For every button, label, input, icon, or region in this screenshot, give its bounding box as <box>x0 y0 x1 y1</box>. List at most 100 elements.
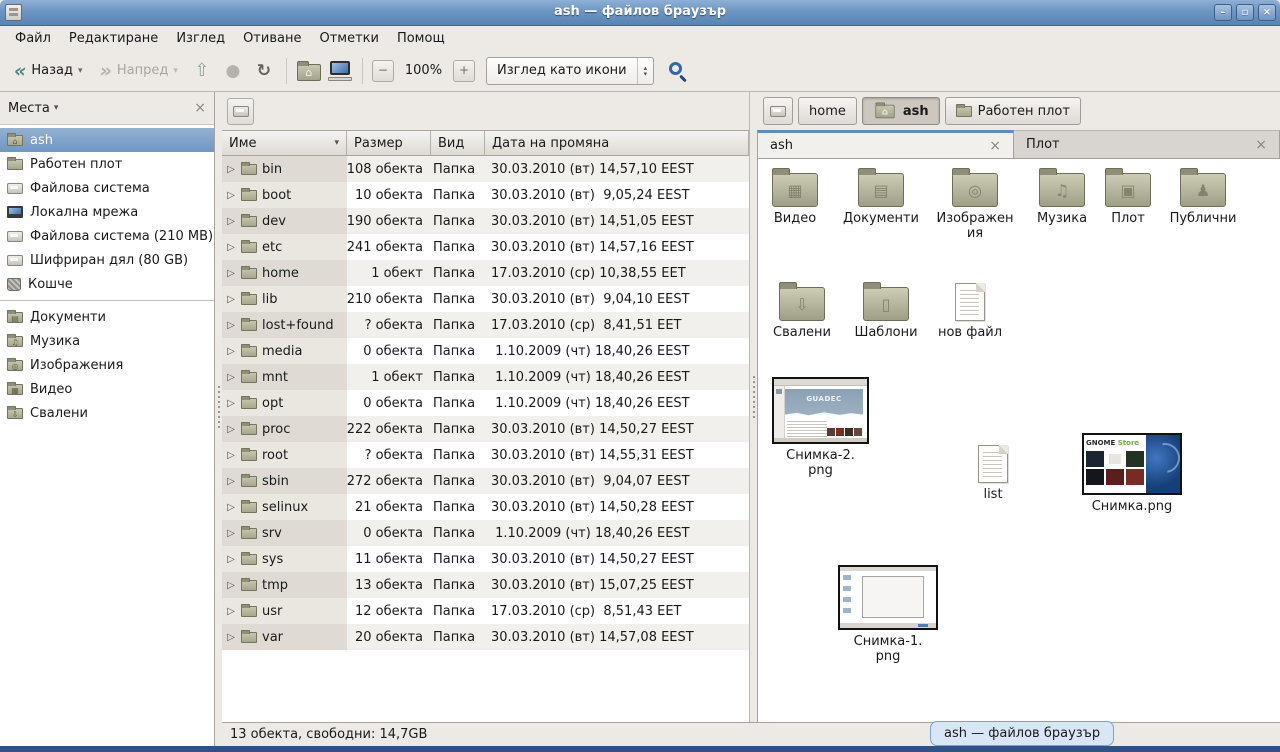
sidebar-item-network[interactable]: Локална мрежа <box>0 200 214 224</box>
file-item-list[interactable]: list <box>961 445 1025 502</box>
titlebar[interactable]: ash — файлов браузър – ▫ × <box>0 0 1280 26</box>
table-row-boot[interactable]: ▷boot 10 обекта Папка 30.03.2010 (вт) 9,… <box>222 182 749 208</box>
file-item-shot2[interactable]: GUADEC Снимка-2.png <box>772 377 869 478</box>
file-item-new-file[interactable]: нов файл <box>930 283 1010 340</box>
spinner-icon[interactable]: ▴▾ <box>637 58 654 84</box>
expander-icon[interactable]: ▷ <box>226 320 236 331</box>
home-button[interactable]: ⌂ <box>296 58 322 84</box>
table-row-proc[interactable]: ▷proc 222 обекта Папка 30.03.2010 (вт) 1… <box>222 416 749 442</box>
expander-icon[interactable]: ▷ <box>226 554 236 565</box>
taskbar-window-button[interactable]: ash — файлов браузър <box>930 721 1114 746</box>
table-row-tmp[interactable]: ▷tmp 13 обекта Папка 30.03.2010 (вт) 15,… <box>222 572 749 598</box>
view-mode-select[interactable]: Изглед като икони ▴▾ <box>486 57 654 85</box>
breadcrumb-home-button[interactable]: home <box>798 97 857 125</box>
up-button[interactable]: ⇧ <box>189 58 215 84</box>
menu-item-edit[interactable]: Редактиране <box>60 29 167 48</box>
back-dropdown-icon[interactable]: ▾ <box>78 66 83 76</box>
breadcrumb-root-button[interactable] <box>763 97 793 125</box>
expander-icon[interactable]: ▷ <box>226 164 236 175</box>
expander-icon[interactable]: ▷ <box>226 216 236 227</box>
file-item-shot[interactable]: GNOME Store Снимка.png <box>1080 433 1184 514</box>
table-row-etc[interactable]: ▷etc 241 обекта Папка 30.03.2010 (вт) 14… <box>222 234 749 260</box>
expander-icon[interactable]: ▷ <box>226 398 236 409</box>
table-row-usr[interactable]: ▷usr 12 обекта Папка 17.03.2010 (ср) 8,5… <box>222 598 749 624</box>
sidebar-item-filesystem[interactable]: Файлова система <box>0 176 214 200</box>
expander-icon[interactable]: ▷ <box>226 632 236 643</box>
zoom-in-button[interactable]: + <box>453 60 475 82</box>
table-row-root[interactable]: ▷root ? обекта Папка 30.03.2010 (вт) 14,… <box>222 442 749 468</box>
menu-item-help[interactable]: Помощ <box>388 29 454 48</box>
sidebar-item-filesystem-210[interactable]: Файлова система (210 MB) <box>0 224 214 248</box>
table-row-var[interactable]: ▷var 20 обекта Папка 30.03.2010 (вт) 14,… <box>222 624 749 650</box>
sidebar-header[interactable]: Места ▾ × <box>0 92 214 125</box>
folder-item-public[interactable]: ♟ Публични <box>1163 173 1243 226</box>
file-item-shot1[interactable]: Снимка-1.png <box>836 565 940 664</box>
table-row-media[interactable]: ▷media 0 обекта Папка 1.10.2009 (чт) 18,… <box>222 338 749 364</box>
forward-button[interactable]: » Напред ▾ <box>94 59 184 83</box>
sidebar-item-desktop[interactable]: Работен плот <box>0 152 214 176</box>
folder-item-downloads[interactable]: ⇩ Свалени <box>762 287 842 340</box>
breadcrumb-desktop-button[interactable]: Работен плот <box>945 97 1081 125</box>
menu-item-go[interactable]: Отиване <box>234 29 310 48</box>
sidebar-close-icon[interactable]: × <box>194 100 206 116</box>
table-row-selinux[interactable]: ▷selinux 21 обекта Папка 30.03.2010 (вт)… <box>222 494 749 520</box>
expander-icon[interactable]: ▷ <box>226 372 236 383</box>
expander-icon[interactable]: ▷ <box>226 424 236 435</box>
expander-icon[interactable]: ▷ <box>226 606 236 617</box>
folder-item-images[interactable]: ◎ Изображения <box>935 173 1015 241</box>
expander-icon[interactable]: ▷ <box>226 580 236 591</box>
table-row-srv[interactable]: ▷srv 0 обекта Папка 1.10.2009 (чт) 18,40… <box>222 520 749 546</box>
folder-item-documents[interactable]: ▤ Документи <box>838 173 924 226</box>
table-row-lib[interactable]: ▷lib 210 обекта Папка 30.03.2010 (вт) 9,… <box>222 286 749 312</box>
folder-item-desktop[interactable]: ▣ Плот <box>1095 173 1161 226</box>
sidebar-splitter[interactable] <box>215 92 222 746</box>
reload-button[interactable]: ↻ <box>251 58 277 84</box>
expander-icon[interactable]: ▷ <box>226 242 236 253</box>
table-row-sys[interactable]: ▷sys 11 обекта Папка 30.03.2010 (вт) 14,… <box>222 546 749 572</box>
table-row-dev[interactable]: ▷dev 190 обекта Папка 30.03.2010 (вт) 14… <box>222 208 749 234</box>
expander-icon[interactable]: ▷ <box>226 528 236 539</box>
column-header-name[interactable]: Име▾ <box>222 131 347 156</box>
table-row-opt[interactable]: ▷opt 0 обекта Папка 1.10.2009 (чт) 18,40… <box>222 390 749 416</box>
icon-view-canvas[interactable]: ▦ Видео ▤ Документи ◎ Изображения ♫ <box>757 159 1280 722</box>
sidebar-item-video[interactable]: ▦ Видео <box>0 377 214 401</box>
tab-plot[interactable]: Плот × <box>1014 130 1280 158</box>
sidebar-item-trash[interactable]: Кошче <box>0 272 214 296</box>
table-row-lost-found[interactable]: ▷lost+found ? обекта Папка 17.03.2010 (с… <box>222 312 749 338</box>
table-row-mnt[interactable]: ▷mnt 1 обект Папка 1.10.2009 (чт) 18,40,… <box>222 364 749 390</box>
folder-item-music[interactable]: ♫ Музика <box>1025 173 1099 226</box>
maximize-button[interactable]: ▫ <box>1236 4 1254 21</box>
tab-close-icon[interactable]: × <box>989 138 1001 154</box>
expander-icon[interactable]: ▷ <box>226 450 236 461</box>
column-header-date[interactable]: Дата на промяна <box>485 131 749 156</box>
expander-icon[interactable]: ▷ <box>226 268 236 279</box>
panes-splitter[interactable] <box>750 92 757 722</box>
close-button[interactable]: × <box>1258 4 1276 21</box>
expander-icon[interactable]: ▷ <box>226 346 236 357</box>
sidebar-item-ash[interactable]: ⌂ ash <box>0 128 214 152</box>
sidebar-item-downloads[interactable]: ⇩ Свалени <box>0 401 214 425</box>
minimize-button[interactable]: – <box>1214 4 1232 21</box>
search-icon[interactable] <box>669 62 686 79</box>
folder-item-templates[interactable]: ▯ Шаблони <box>846 287 926 340</box>
sidebar-item-encrypted[interactable]: Шифриран дял (80 GB) <box>0 248 214 272</box>
sidebar-item-documents[interactable]: ▤ Документи <box>0 305 214 329</box>
tab-close-icon[interactable]: × <box>1255 137 1267 153</box>
folder-item-video[interactable]: ▦ Видео <box>758 173 832 226</box>
table-row-sbin[interactable]: ▷sbin 272 обекта Папка 30.03.2010 (вт) 9… <box>222 468 749 494</box>
location-root-button[interactable] <box>227 98 254 125</box>
table-row-home[interactable]: ▷home 1 обект Папка 17.03.2010 (ср) 10,3… <box>222 260 749 286</box>
expander-icon[interactable]: ▷ <box>226 502 236 513</box>
tab-ash[interactable]: ash × <box>757 130 1014 158</box>
expander-icon[interactable]: ▷ <box>226 476 236 487</box>
sidebar-item-music[interactable]: ♫ Музика <box>0 329 214 353</box>
expander-icon[interactable]: ▷ <box>226 294 236 305</box>
table-row-bin[interactable]: ▷bin 108 обекта Папка 30.03.2010 (вт) 14… <box>222 156 749 182</box>
back-button[interactable]: « Назад ▾ <box>8 59 89 83</box>
sidebar-item-images[interactable]: ◎ Изображения <box>0 353 214 377</box>
zoom-out-button[interactable]: − <box>372 60 394 82</box>
menu-item-view[interactable]: Изглед <box>167 29 234 48</box>
computer-button[interactable] <box>327 58 353 84</box>
breadcrumb-ash-button[interactable]: ⌂ash <box>862 97 940 125</box>
expander-icon[interactable]: ▷ <box>226 190 236 201</box>
